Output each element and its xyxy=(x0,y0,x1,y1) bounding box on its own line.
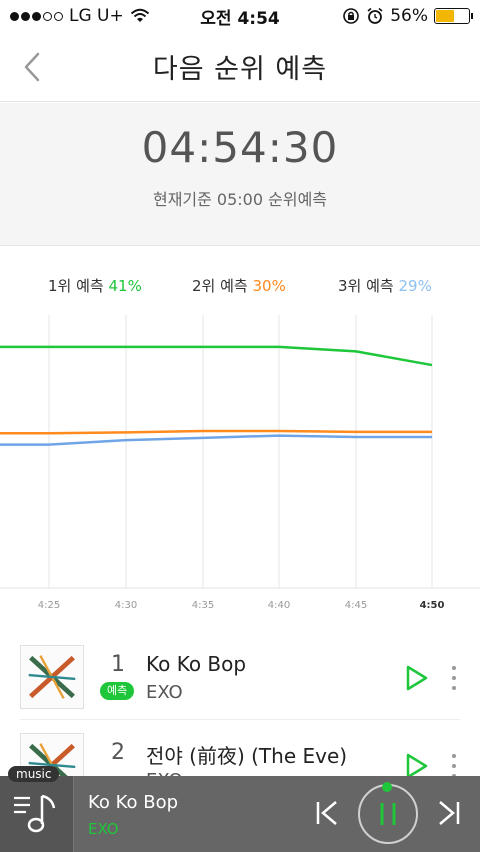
song-rank: 2 xyxy=(111,740,125,765)
x-tick-label: 4:25 xyxy=(38,600,60,611)
x-tick-label: 4:50 xyxy=(420,600,445,611)
prediction-badge: 예측 xyxy=(100,682,135,700)
countdown-timer: 04:54:30 xyxy=(141,123,339,172)
legend-value: 29% xyxy=(398,277,432,295)
song-artist[interactable]: EXO xyxy=(146,682,183,703)
x-tick-label: 4:45 xyxy=(345,600,367,611)
chart-legend: 1위 예측 41% 2위 예측 30% 3위 예측 29% xyxy=(0,275,480,295)
legend-item-rank3: 3위 예측 29% xyxy=(338,275,432,296)
previous-track-icon[interactable] xyxy=(314,798,340,828)
orientation-lock-icon xyxy=(343,8,360,24)
alarm-icon xyxy=(367,7,383,24)
legend-label: 2위 예측 xyxy=(192,277,248,295)
legend-item-rank2: 2위 예측 30% xyxy=(192,275,286,296)
series-line-rank3 xyxy=(0,434,432,446)
back-button[interactable] xyxy=(18,50,48,84)
series-line-rank2 xyxy=(0,429,432,435)
signal-strength-icon xyxy=(10,11,63,21)
header: 다음 순위 예측 xyxy=(0,32,480,102)
status-left: LG U+ xyxy=(10,6,150,26)
song-rank: 1 xyxy=(111,652,125,677)
album-art[interactable] xyxy=(20,645,84,709)
x-tick-label: 4:30 xyxy=(115,600,137,611)
playlist-button[interactable] xyxy=(0,776,74,852)
legend-label: 3위 예측 xyxy=(338,277,394,295)
song-title[interactable]: 전야 (前夜) (The Eve) xyxy=(146,740,347,769)
song-row[interactable]: 1 Ko Ko Bop 예측 EXO xyxy=(20,640,460,720)
page-title: 다음 순위 예측 xyxy=(152,54,328,85)
player-artist[interactable]: EXO xyxy=(88,820,119,838)
next-track-icon[interactable] xyxy=(436,798,462,828)
playlist-icon xyxy=(14,794,56,833)
series-line-rank1 xyxy=(0,345,433,367)
wifi-icon xyxy=(130,8,149,22)
battery-icon xyxy=(434,8,473,24)
carrier-name: LG U+ xyxy=(69,6,124,26)
x-tick-label: 4:35 xyxy=(192,600,214,611)
mini-player[interactable]: Ko Ko Bop EXO xyxy=(0,776,480,852)
play-icon[interactable] xyxy=(404,664,430,692)
legend-item-rank1: 1위 예측 41% xyxy=(48,275,142,296)
x-tick-label: 4:40 xyxy=(268,600,290,611)
player-song-title[interactable]: Ko Ko Bop xyxy=(88,792,178,813)
music-tag: music xyxy=(8,766,60,782)
countdown-panel: 04:54:30 현재기준 05:00 순위예측 xyxy=(0,103,480,246)
chart-svg: 4:25 4:30 4:35 4:40 4:45 4:50 xyxy=(0,315,480,611)
progress-indicator[interactable] xyxy=(382,782,392,792)
legend-value: 41% xyxy=(108,277,142,295)
song-title[interactable]: Ko Ko Bop xyxy=(146,652,246,676)
battery-percent: 56% xyxy=(390,6,428,26)
status-bar: LG U+ 오전 4:54 56% xyxy=(0,0,480,32)
status-right: 56% xyxy=(342,6,473,26)
pause-icon xyxy=(380,803,396,825)
battery-fill xyxy=(436,10,454,22)
pause-button[interactable] xyxy=(358,784,418,844)
more-options-icon[interactable] xyxy=(448,754,460,778)
legend-value: 30% xyxy=(252,277,286,295)
legend-label: 1위 예측 xyxy=(48,277,104,295)
countdown-subtitle: 현재기준 05:00 순위예측 xyxy=(152,190,328,209)
prediction-chart: 4:25 4:30 4:35 4:40 4:45 4:50 xyxy=(0,310,480,620)
more-options-icon[interactable] xyxy=(448,666,460,690)
